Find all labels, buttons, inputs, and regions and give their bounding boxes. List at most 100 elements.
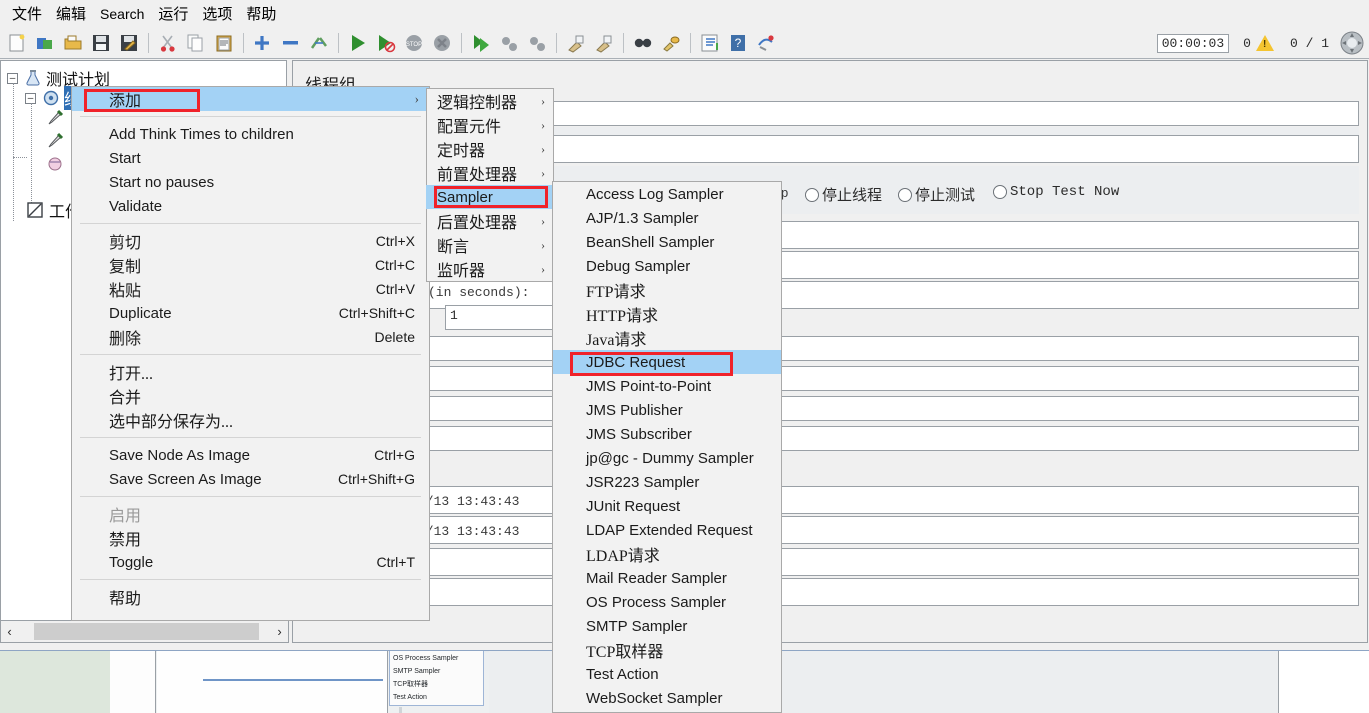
toolbar-button-clear-all[interactable] xyxy=(591,30,617,56)
context-menu-item-7[interactable]: 剪切 Ctrl+X xyxy=(72,229,429,253)
sampler-submenu-item-20[interactable]: Test Action xyxy=(553,662,781,686)
context-menu-item-8[interactable]: 复制 Ctrl+C xyxy=(72,253,429,277)
toolbar-button-copy[interactable] xyxy=(183,30,209,56)
add-submenu[interactable]: 逻辑控制器 › 配置元件 › 定时器 › 前置处理器 › Sampler 后置处理器 › 断言 › 监听器… xyxy=(426,88,554,282)
toolbar-button-save[interactable] xyxy=(88,30,114,56)
sampler-submenu-item-21[interactable]: WebSocket Sampler xyxy=(553,686,781,710)
sampler-submenu-item-10[interactable]: JMS Subscriber xyxy=(553,422,781,446)
tree-node-child-3[interactable] xyxy=(45,153,65,173)
scheduler-row-4[interactable] xyxy=(303,426,1359,451)
toolbar-button-expand-all[interactable] xyxy=(250,30,276,56)
menubar-item-1[interactable]: 编辑 xyxy=(49,1,93,26)
delay-row[interactable] xyxy=(303,578,1359,606)
add-submenu-item-7[interactable]: 监听器 › xyxy=(427,257,553,281)
context-menu-item-11[interactable]: 删除 Delete xyxy=(72,325,429,349)
toolbar-button-reset-search[interactable] xyxy=(658,30,684,56)
scrollbar-thumb[interactable] xyxy=(34,623,259,640)
sampler-submenu-item-11[interactable]: jp@gc - Dummy Sampler xyxy=(553,446,781,470)
sampler-submenu-item-18[interactable]: SMTP Sampler xyxy=(553,614,781,638)
toolbar-button-new-document[interactable] xyxy=(4,30,30,56)
scrollbar-track[interactable] xyxy=(18,621,271,642)
context-menu-item-15[interactable]: 选中部分保存为... xyxy=(72,408,429,432)
add-submenu-item-0[interactable]: 逻辑控制器 › xyxy=(427,89,553,113)
context-menu-item-17[interactable]: Save Node As Image Ctrl+G xyxy=(72,443,429,467)
sampler-submenu-item-6[interactable]: Java请求 xyxy=(553,326,781,350)
context-menu-item-10[interactable]: Duplicate Ctrl+Shift+C xyxy=(72,301,429,325)
sampler-submenu-item-16[interactable]: Mail Reader Sampler xyxy=(553,566,781,590)
menubar-item-3[interactable]: 运行 xyxy=(151,1,195,26)
sampler-submenu-item-4[interactable]: FTP请求 xyxy=(553,278,781,302)
sampler-submenu-item-5[interactable]: HTTP请求 xyxy=(553,302,781,326)
toolbar-button-shutdown[interactable] xyxy=(429,30,455,56)
toolbar-button-toggle[interactable] xyxy=(306,30,332,56)
sampler-submenu-item-17[interactable]: OS Process Sampler xyxy=(553,590,781,614)
toolbar-button-paste[interactable] xyxy=(211,30,237,56)
connection-status-icon[interactable] xyxy=(1339,30,1365,56)
add-submenu-item-2[interactable]: 定时器 › xyxy=(427,137,553,161)
toolbar-button-start[interactable] xyxy=(345,30,371,56)
scroll-right-arrow-icon[interactable]: › xyxy=(271,621,288,642)
add-submenu-item-4[interactable]: Sampler xyxy=(427,185,553,209)
menubar-item-4[interactable]: 选项 xyxy=(195,1,239,26)
context-menu-item-20[interactable]: 启用 xyxy=(72,502,429,526)
scheduler-row-1[interactable] xyxy=(303,336,1359,361)
toolbar-button-undo-redo[interactable] xyxy=(753,30,779,56)
toolbar-button-collapse-all[interactable] xyxy=(278,30,304,56)
context-menu-item-14[interactable]: 合并 xyxy=(72,384,429,408)
sampler-submenu[interactable]: Access Log Sampler AJP/1.3 Sampler BeanShe… xyxy=(552,181,782,713)
toolbar-button-stop[interactable]: STOP xyxy=(401,30,427,56)
sampler-submenu-item-14[interactable]: LDAP Extended Request xyxy=(553,518,781,542)
radio-dot-icon[interactable] xyxy=(993,185,1007,199)
sampler-submenu-item-12[interactable]: JSR223 Sampler xyxy=(553,470,781,494)
sampler-submenu-item-3[interactable]: Debug Sampler xyxy=(553,254,781,278)
context-menu-item-22[interactable]: Toggle Ctrl+T xyxy=(72,550,429,574)
radio-dot-icon[interactable] xyxy=(805,187,819,202)
context-menu-item-0[interactable]: 添加 › xyxy=(72,87,429,111)
ramp-up-input[interactable]: 1 xyxy=(445,305,557,330)
context-menu-item-13[interactable]: 打开... xyxy=(72,360,429,384)
add-submenu-item-6[interactable]: 断言 › xyxy=(427,233,553,257)
context-menu-item-18[interactable]: Save Screen As Image Ctrl+Shift+G xyxy=(72,467,429,491)
sampler-submenu-item-8[interactable]: JMS Point-to-Point xyxy=(553,374,781,398)
context-menu-item-2[interactable]: Add Think Times to children xyxy=(72,122,429,146)
sampler-submenu-item-15[interactable]: LDAP请求 xyxy=(553,542,781,566)
radio-stop-thread[interactable]: 停止线程 xyxy=(805,184,882,205)
toolbar-button-stop-remote[interactable] xyxy=(496,30,522,56)
tree-horizontal-scrollbar[interactable]: ‹ › xyxy=(0,620,289,643)
sampler-submenu-item-19[interactable]: TCP取样器 xyxy=(553,638,781,662)
toolbar-button-function-helper[interactable] xyxy=(697,30,723,56)
toolbar-button-search[interactable] xyxy=(630,30,656,56)
radio-stop-test[interactable]: 停止测试 xyxy=(898,184,975,205)
add-submenu-item-5[interactable]: 后置处理器 › xyxy=(427,209,553,233)
scheduler-row-3[interactable] xyxy=(303,396,1359,421)
toolbar-button-save-as[interactable] xyxy=(116,30,142,56)
sampler-submenu-item-9[interactable]: JMS Publisher xyxy=(553,398,781,422)
scroll-left-arrow-icon[interactable]: ‹ xyxy=(1,621,18,642)
toolbar-button-cut[interactable] xyxy=(155,30,181,56)
menubar-item-2[interactable]: Search xyxy=(93,4,151,24)
sampler-submenu-item-2[interactable]: BeanShell Sampler xyxy=(553,230,781,254)
toolbar-button-start-no-pauses[interactable] xyxy=(373,30,399,56)
sampler-submenu-item-13[interactable]: JUnit Request xyxy=(553,494,781,518)
sampler-submenu-item-1[interactable]: AJP/1.3 Sampler xyxy=(553,206,781,230)
menubar-item-5[interactable]: 帮助 xyxy=(239,1,283,26)
context-menu-item-4[interactable]: Start no pauses xyxy=(72,170,429,194)
toolbar-button-open-folder[interactable] xyxy=(60,30,86,56)
context-menu-item-5[interactable]: Validate xyxy=(72,194,429,218)
context-menu[interactable]: 添加 › Add Think Times to children Start Start… xyxy=(71,86,430,621)
sampler-submenu-item-0[interactable]: Access Log Sampler xyxy=(553,182,781,206)
add-submenu-item-1[interactable]: 配置元件 › xyxy=(427,113,553,137)
duration-row[interactable] xyxy=(303,548,1359,576)
toolbar-button-shutdown-remote[interactable] xyxy=(524,30,550,56)
add-submenu-item-3[interactable]: 前置处理器 › xyxy=(427,161,553,185)
warning-triangle-icon[interactable] xyxy=(1255,35,1274,51)
toolbar-button-templates[interactable] xyxy=(32,30,58,56)
context-menu-item-9[interactable]: 粘贴 Ctrl+V xyxy=(72,277,429,301)
context-menu-item-21[interactable]: 禁用 xyxy=(72,526,429,550)
radio-stop-test-now[interactable]: Stop Test Now xyxy=(993,184,1119,200)
radio-dot-icon[interactable] xyxy=(898,187,912,202)
toolbar-button-clear[interactable] xyxy=(563,30,589,56)
tree-expander-minus-icon[interactable]: – xyxy=(7,72,18,84)
context-menu-item-24[interactable]: 帮助 xyxy=(72,585,429,609)
toolbar-button-start-remote[interactable] xyxy=(468,30,494,56)
